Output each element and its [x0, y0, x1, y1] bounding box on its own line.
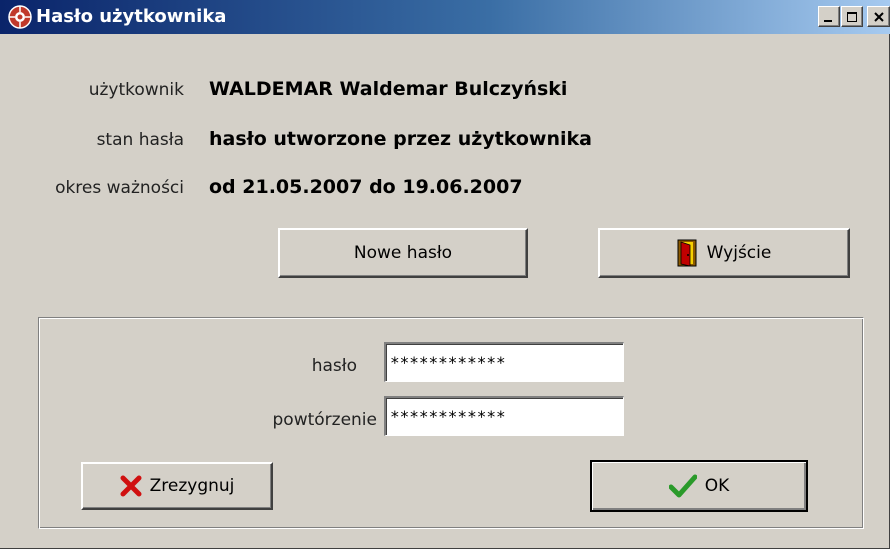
close-icon	[873, 11, 884, 22]
maximize-button[interactable]	[841, 6, 863, 27]
exit-label: Wyjście	[706, 243, 772, 263]
ok-label: OK	[704, 476, 730, 496]
status-value: hasło utworzone przez użytkownika	[209, 128, 592, 150]
green-check-icon	[668, 474, 697, 498]
red-x-icon	[120, 475, 142, 497]
validity-label: okres ważności	[55, 178, 184, 198]
validity-value: od 21.05.2007 do 19.06.2007	[209, 176, 523, 198]
cancel-button[interactable]: Zrezygnuj	[81, 462, 273, 510]
password-dialog: Hasło użytkownika użytkownik WALDEMAR Wa…	[0, 0, 890, 549]
new-password-label: Nowe hasło	[353, 243, 453, 263]
exit-door-icon	[677, 239, 699, 267]
password-field[interactable]	[384, 342, 624, 382]
repeat-password-field[interactable]	[384, 396, 624, 436]
user-value: WALDEMAR Waldemar Bulczyński	[209, 78, 568, 100]
ok-button[interactable]: OK	[590, 460, 808, 512]
cancel-label: Zrezygnuj	[149, 476, 235, 496]
minimize-icon	[824, 19, 832, 22]
app-icon	[8, 5, 32, 29]
close-button[interactable]	[867, 6, 890, 27]
status-label: stan hasła	[96, 130, 184, 150]
window-title: Hasło użytkownika	[36, 6, 227, 27]
title-bar[interactable]: Hasło użytkownika	[0, 0, 890, 34]
maximize-icon	[847, 11, 857, 22]
repeat-password-label: powtórzenie	[272, 410, 378, 430]
password-label: hasło	[311, 356, 357, 376]
user-label: użytkownik	[88, 80, 184, 100]
minimize-button[interactable]	[818, 6, 840, 27]
new-password-button[interactable]: Nowe hasło	[278, 228, 528, 278]
exit-button[interactable]: Wyjście	[598, 228, 850, 278]
